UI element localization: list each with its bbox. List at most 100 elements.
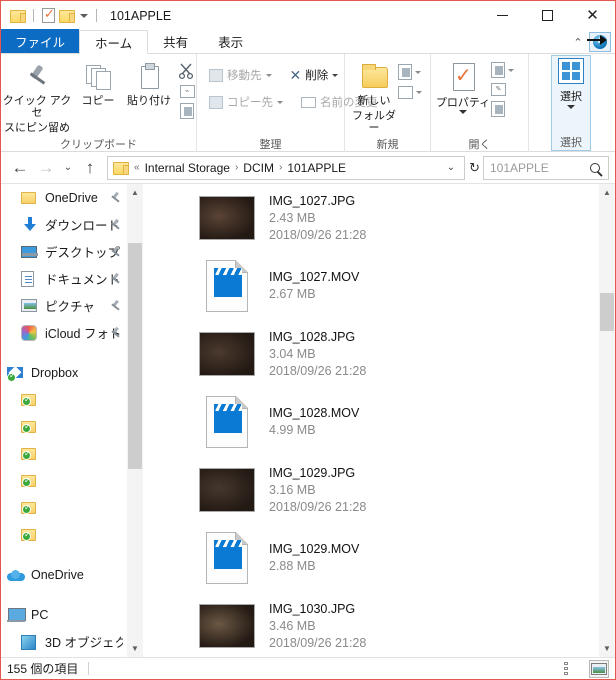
breadcrumb-item-dcim[interactable]: DCIM xyxy=(240,161,277,175)
pin-icon[interactable] xyxy=(110,327,121,338)
photo-thumbnail xyxy=(199,332,255,376)
onedrive-folder-icon xyxy=(21,189,39,207)
large-icons-view-button[interactable] xyxy=(589,659,609,678)
sidebar-item-3d[interactable]: 3D オブジェクト xyxy=(1,628,127,655)
file-list[interactable]: IMG_1027.JPG 2.43 MB 2018/09/26 21:28 IMG_1… xyxy=(143,184,615,657)
back-button[interactable]: ← xyxy=(7,155,33,181)
history-icon[interactable] xyxy=(491,101,505,117)
pc-icon xyxy=(7,606,26,624)
sidebar-item[interactable] xyxy=(1,386,127,413)
sidebar-item-[interactable]: デスクトップ xyxy=(1,238,127,265)
sidebar-item-label: OneDrive xyxy=(45,190,98,205)
sidebar-item[interactable] xyxy=(1,413,127,440)
collapse-ribbon-button[interactable]: ⌃ xyxy=(572,36,584,49)
copy-button[interactable]: コピー xyxy=(73,58,123,107)
scroll-track[interactable] xyxy=(127,201,143,640)
chevron-down-icon[interactable] xyxy=(80,13,88,18)
sidebar-item-icloud[interactable]: iCloud フォト xyxy=(1,319,127,346)
chevron-down-icon[interactable]: ⌄ xyxy=(441,162,461,173)
scroll-down-arrow[interactable]: ▼ xyxy=(127,640,143,657)
sidebar-item-[interactable]: ピクチャ xyxy=(1,292,127,319)
sidebar-item[interactable] xyxy=(1,521,127,548)
new-shortcut-button[interactable] xyxy=(398,86,422,99)
tab-view[interactable]: 表示 xyxy=(203,29,259,53)
search-input[interactable]: 101APPLE xyxy=(483,155,609,180)
pin-to-quick-access-button[interactable]: クイック アクセ スにピン留め xyxy=(1,58,73,134)
open-with-button[interactable] xyxy=(491,62,514,78)
copy-path-icon[interactable]: ⌁ xyxy=(179,85,195,98)
sidebar-item-[interactable]: ドキュメント xyxy=(1,265,127,292)
filelist-scrollbar[interactable]: ▲ ▼ xyxy=(599,184,615,657)
file-item[interactable]: IMG_1028.JPG 3.04 MB 2018/09/26 21:28 xyxy=(143,320,595,388)
forward-button[interactable]: → xyxy=(33,155,59,181)
new-folder-button[interactable]: 新しい フォルダー xyxy=(350,58,398,134)
download-icon xyxy=(21,216,39,234)
scroll-thumb[interactable] xyxy=(600,293,614,331)
sidebar-item-onedrive[interactable]: OneDrive xyxy=(1,184,127,211)
document-icon xyxy=(21,270,39,288)
properties-icon[interactable] xyxy=(42,6,55,23)
move-to-icon xyxy=(209,68,223,82)
sync-ok-badge xyxy=(7,371,16,382)
up-button[interactable]: ↑ xyxy=(77,155,103,181)
maximize-button[interactable] xyxy=(525,1,570,30)
sidebar-item[interactable] xyxy=(1,494,127,521)
breadcrumb[interactable]: « Internal Storage › DCIM › 101APPLE ⌄ xyxy=(107,155,466,180)
file-item[interactable]: IMG_1027.MOV 2.67 MB xyxy=(143,252,595,320)
sidebar-item[interactable] xyxy=(1,467,127,494)
scroll-up-arrow[interactable]: ▲ xyxy=(599,184,615,201)
pin-icon[interactable] xyxy=(110,300,121,311)
select-button[interactable]: 選択 選択 xyxy=(551,55,591,151)
pin-icon[interactable] xyxy=(110,273,121,284)
sync-ok-badge xyxy=(22,422,31,433)
breadcrumb-overflow[interactable]: « xyxy=(132,162,142,173)
properties-button[interactable]: プロパティ xyxy=(435,58,491,114)
move-to-button[interactable]: 移動先 xyxy=(205,64,276,86)
sidebar-item-onedrive[interactable]: OneDrive xyxy=(1,561,127,588)
ribbon-group-select: 選択 選択 xyxy=(529,54,613,152)
paste-button[interactable]: 貼り付け xyxy=(123,58,175,107)
pin-icon[interactable] xyxy=(110,219,121,230)
tab-share[interactable]: 共有 xyxy=(148,29,204,53)
sidebar-item-dropbox[interactable]: Dropbox xyxy=(1,359,127,386)
sidebar-item-[interactable]: ダウンロード xyxy=(1,211,127,238)
file-item[interactable]: IMG_1028.MOV 4.99 MB xyxy=(143,388,595,456)
edit-icon[interactable]: ✎ xyxy=(491,83,506,96)
sidebar-scrollbar[interactable]: ▲ ▼ xyxy=(127,184,143,657)
pin-icon[interactable] xyxy=(110,192,121,203)
scroll-down-arrow[interactable]: ▼ xyxy=(599,640,615,657)
sidebar-item[interactable] xyxy=(1,440,127,467)
file-item[interactable]: IMG_1030.JPG 3.46 MB 2018/09/26 21:28 xyxy=(143,592,595,657)
file-name: IMG_1029.JPG xyxy=(269,465,356,480)
details-view-button[interactable] xyxy=(562,660,582,678)
file-size: 3.16 MB xyxy=(269,482,316,497)
tab-home[interactable]: ホーム xyxy=(79,30,149,54)
file-item[interactable]: IMG_1027.JPG 2.43 MB 2018/09/26 21:28 xyxy=(143,184,595,252)
select-label: 選択 xyxy=(560,91,582,103)
copy-to-button[interactable]: コピー先 xyxy=(205,91,287,113)
close-button[interactable]: ✕ xyxy=(570,1,615,30)
copy-to-label: コピー先 xyxy=(227,97,273,109)
file-item[interactable]: IMG_1029.MOV 2.88 MB xyxy=(143,524,595,592)
breadcrumb-item-internal-storage[interactable]: Internal Storage xyxy=(142,161,233,175)
help-button[interactable] xyxy=(587,32,611,52)
refresh-button[interactable]: ↻ xyxy=(469,160,483,176)
folder-icon[interactable] xyxy=(10,9,26,23)
minimize-button[interactable] xyxy=(480,1,525,30)
scroll-thumb[interactable] xyxy=(128,243,142,469)
group-label-clipboard: クリップボード xyxy=(60,138,137,151)
new-folder-label-line2: フォルダー xyxy=(352,110,396,134)
new-folder-icon[interactable] xyxy=(59,9,75,23)
scroll-up-arrow[interactable]: ▲ xyxy=(127,184,143,201)
breadcrumb-item-101apple[interactable]: 101APPLE xyxy=(284,161,349,175)
delete-button[interactable]: ✕ 削除 xyxy=(286,64,343,86)
scroll-track[interactable] xyxy=(599,201,615,640)
recent-locations-button[interactable]: ⌄ xyxy=(59,155,77,181)
new-item-button[interactable] xyxy=(398,64,422,80)
pin-icon[interactable] xyxy=(110,246,121,257)
sidebar-item-pc[interactable]: PC xyxy=(1,601,127,628)
cut-icon[interactable] xyxy=(178,62,196,80)
file-item[interactable]: IMG_1029.JPG 3.16 MB 2018/09/26 21:28 xyxy=(143,456,595,524)
paste-shortcut-icon[interactable] xyxy=(180,103,194,119)
tab-file[interactable]: ファイル xyxy=(1,29,80,53)
